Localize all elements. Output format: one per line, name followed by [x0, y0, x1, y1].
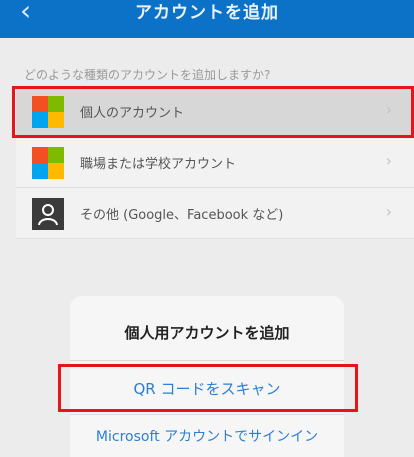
chevron-right-icon: › [385, 151, 392, 170]
account-row-other[interactable]: その他 (Google、Facebook など) › [16, 188, 414, 239]
page-title: アカウントを追加 [135, 3, 279, 23]
divider [70, 360, 344, 361]
action-sheet-title: 個人用アカウントを追加 [124, 324, 290, 342]
account-row-personal[interactable]: 個人のアカウント › [16, 86, 414, 137]
microsoft-logo-icon [32, 96, 64, 128]
scan-qr-code-button[interactable]: QR コードをスキャン [70, 378, 344, 399]
account-row-label: 職場または学校アカウント [80, 157, 237, 172]
account-row-label: 個人のアカウント [80, 106, 185, 121]
microsoft-sign-in-button[interactable]: Microsoft アカウントでサインイン [70, 426, 344, 446]
microsoft-logo-icon [32, 147, 64, 179]
person-icon [32, 198, 64, 230]
account-type-list: 個人のアカウント › 職場または学校アカウント › その他 (Google、Fa… [16, 86, 414, 239]
account-row-label: その他 (Google、Facebook など) [80, 208, 284, 223]
section-header: どのような種類のアカウントを追加しますか? [24, 68, 271, 82]
chevron-right-icon: › [385, 100, 392, 119]
chevron-right-icon: › [385, 202, 392, 221]
account-row-work-school[interactable]: 職場または学校アカウント › [16, 137, 414, 188]
divider [70, 414, 344, 415]
action-sheet: 個人用アカウントを追加 QR コードをスキャン Microsoft アカウントで… [70, 296, 344, 457]
navigation-bar: ‹ アカウントを追加 [0, 0, 414, 38]
